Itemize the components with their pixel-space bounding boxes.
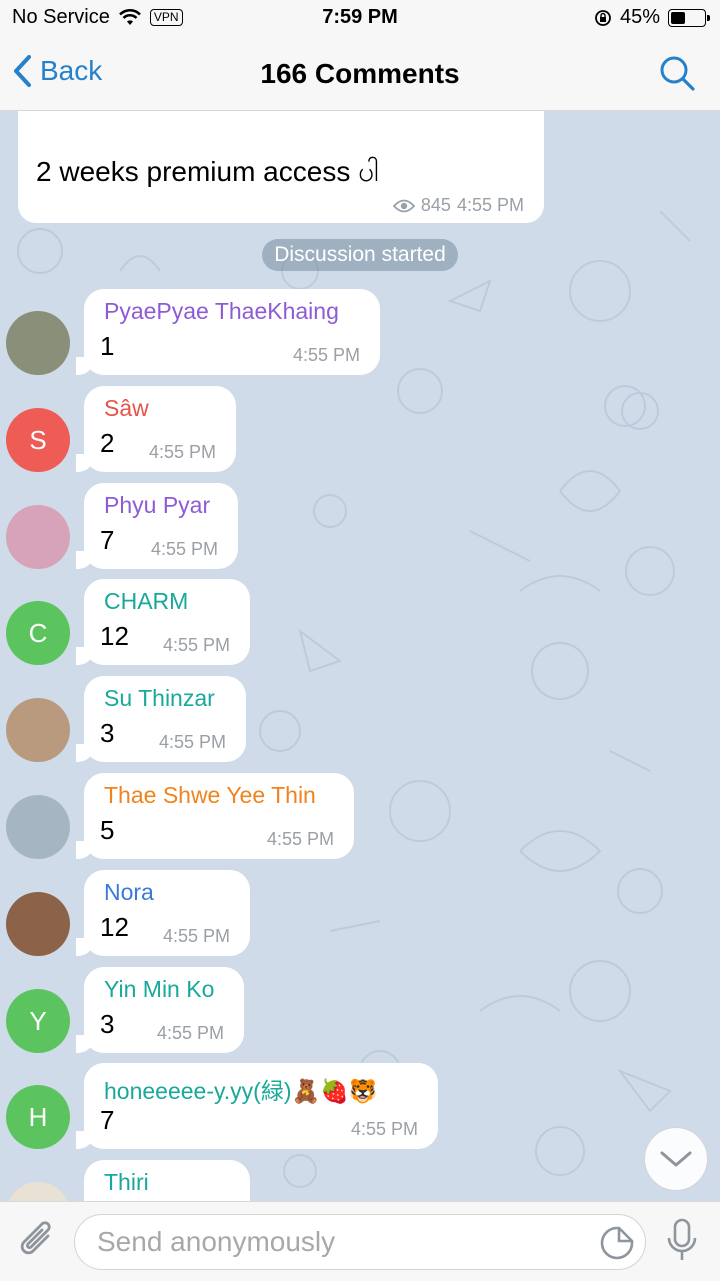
message-bubble[interactable]: Sâw 2 4:55 PM — [76, 386, 236, 472]
comment-row[interactable]: Thae Shwe Yee Thin 5 4:55 PM — [0, 773, 720, 861]
message-input[interactable] — [95, 1225, 579, 1259]
sender-name[interactable]: Phyu Pyar — [104, 492, 210, 519]
message-field[interactable] — [74, 1214, 646, 1270]
post-text: 2 weeks premium access ပါ — [36, 156, 379, 187]
message-text: 3 — [100, 718, 115, 748]
comment-row[interactable]: Thiri — [0, 1160, 720, 1201]
voice-message-button[interactable] — [664, 1218, 700, 1269]
sender-name[interactable]: Thae Shwe Yee Thin — [104, 782, 316, 809]
avatar[interactable] — [6, 795, 70, 859]
sender-name[interactable]: Sâw — [104, 395, 149, 422]
comment-row[interactable]: Su Thinzar 3 4:55 PM — [0, 676, 720, 764]
message-bubble[interactable]: CHARM 12 4:55 PM — [76, 579, 250, 665]
message-text: 12 — [100, 912, 129, 942]
message-bubble[interactable]: Nora 12 4:55 PM — [76, 870, 250, 956]
message-time: 4:55 PM — [156, 1023, 224, 1043]
comment-row[interactable]: C CHARM 12 4:55 PM — [0, 579, 720, 667]
comment-row[interactable]: Nora 12 4:55 PM — [0, 870, 720, 958]
sticker-icon — [600, 1226, 634, 1260]
message-time: 4:55 PM — [162, 926, 230, 946]
page-title: 166 Comments — [260, 58, 460, 89]
battery-fill — [671, 11, 686, 24]
message-bubble[interactable]: Yin Min Ko 3 4:55 PM — [76, 967, 244, 1053]
sender-name[interactable]: Yin Min Ko — [104, 976, 214, 1003]
eye-icon — [392, 199, 415, 212]
sender-name[interactable]: Nora — [104, 879, 154, 906]
message-bubble[interactable]: PyaePyae ThaeKhaing 1 4:55 PM — [76, 289, 380, 375]
avatar[interactable] — [6, 311, 70, 375]
message-text: 7 — [100, 1105, 115, 1135]
search-button[interactable] — [658, 54, 696, 97]
sender-name[interactable]: Thiri — [104, 1169, 149, 1196]
comments-list[interactable]: 2 weeks premium access ပါ 845 4:55 PM Di… — [0, 111, 720, 1201]
message-bubble[interactable]: Phyu Pyar 7 4:55 PM — [76, 483, 238, 569]
sender-name[interactable]: PyaePyae ThaeKhaing — [104, 298, 339, 325]
message-time: 4:55 PM — [148, 442, 216, 462]
avatar[interactable] — [6, 892, 70, 956]
message-text: 1 — [100, 331, 115, 361]
message-text: 5 — [100, 815, 115, 845]
post-time: 4:55 PM — [456, 195, 524, 215]
battery-percent: 45% — [619, 6, 660, 28]
scroll-down-button[interactable] — [644, 1127, 708, 1191]
message-text: 2 — [100, 428, 115, 458]
avatar[interactable]: Y — [6, 989, 70, 1053]
navigation-bar: Back 166 Comments — [0, 36, 720, 111]
search-icon — [660, 56, 695, 91]
microphone-icon — [667, 1218, 697, 1260]
avatar[interactable] — [6, 505, 70, 569]
comment-row[interactable]: Hhoneeeee-y.yy(緑)🧸🍓🐯 7 4:55 PM — [0, 1063, 720, 1151]
paperclip-icon — [20, 1221, 51, 1255]
orientation-lock-icon — [595, 9, 611, 26]
avatar[interactable] — [6, 698, 70, 762]
message-bubble[interactable]: honeeeee-y.yy(緑)🧸🍓🐯 7 4:55 PM — [76, 1063, 438, 1149]
avatar[interactable]: H — [6, 1085, 70, 1149]
message-time: 4:55 PM — [350, 1119, 418, 1139]
comment-row[interactable]: Y Yin Min Ko 3 4:55 PM — [0, 967, 720, 1055]
message-bubble[interactable]: Su Thinzar 3 4:55 PM — [76, 676, 246, 762]
message-text: 12 — [100, 621, 129, 651]
chevron-down-icon — [660, 1151, 692, 1167]
battery-icon — [668, 8, 710, 27]
message-time: 4:55 PM — [162, 635, 230, 655]
message-time: 4:55 PM — [292, 345, 360, 365]
comment-row[interactable]: PyaePyae ThaeKhaing 1 4:55 PM — [0, 289, 720, 377]
message-time: 4:55 PM — [150, 539, 218, 559]
channel-post[interactable]: 2 weeks premium access ပါ 845 4:55 PM — [18, 111, 544, 223]
sender-name[interactable]: CHARM — [104, 588, 188, 615]
status-bar: No Service VPN 7:59 PM 45% — [0, 0, 720, 36]
service-message: Discussion started — [0, 239, 720, 271]
comment-row[interactable]: Phyu Pyar 7 4:55 PM — [0, 483, 720, 571]
avatar[interactable]: C — [6, 601, 70, 665]
service-message-label: Discussion started — [262, 239, 458, 271]
message-bubble[interactable]: Thae Shwe Yee Thin 5 4:55 PM — [76, 773, 354, 859]
attach-button[interactable] — [18, 1218, 58, 1267]
message-text: 7 — [100, 525, 115, 555]
input-bar — [0, 1201, 720, 1281]
view-count: 845 — [420, 195, 451, 215]
sticker-button[interactable] — [599, 1225, 635, 1266]
comment-row[interactable]: S Sâw 2 4:55 PM — [0, 386, 720, 474]
sender-name[interactable]: honeeeee-y.yy(緑)🧸🍓🐯 — [104, 1072, 377, 1106]
message-time: 4:55 PM — [158, 732, 226, 752]
sender-name[interactable]: Su Thinzar — [104, 685, 215, 712]
message-bubble[interactable]: Thiri — [84, 1160, 250, 1201]
message-text: 3 — [100, 1009, 115, 1039]
message-time: 4:55 PM — [266, 829, 334, 849]
avatar[interactable]: S — [6, 408, 70, 472]
avatar[interactable] — [6, 1182, 70, 1201]
